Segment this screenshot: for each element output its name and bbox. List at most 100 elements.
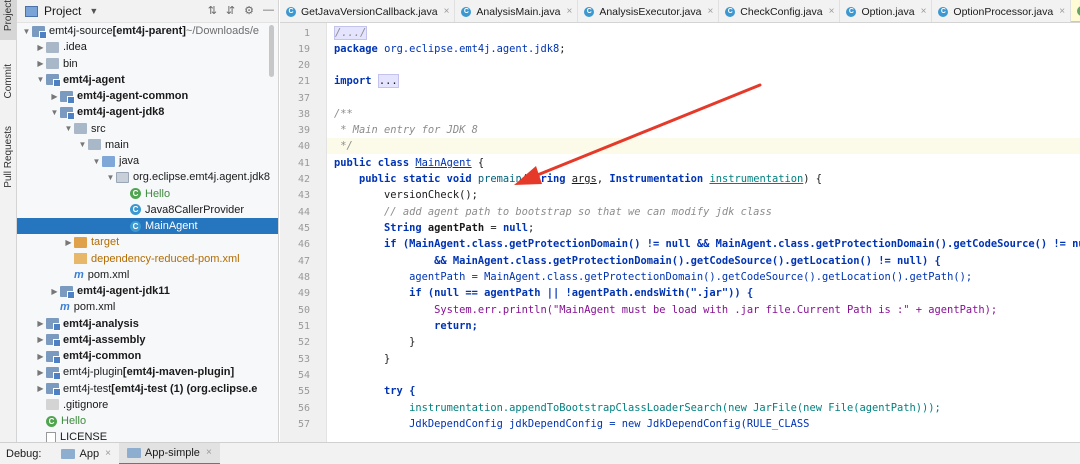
editor-tab[interactable]: C OptionProcessor.java × <box>932 0 1072 22</box>
class-icon: C <box>846 6 857 17</box>
tree-item[interactable]: ▶ emt4j-assembly <box>17 332 278 348</box>
chevron-right-icon[interactable]: ▶ <box>49 92 60 101</box>
tree-item[interactable]: C Hello <box>17 186 278 202</box>
tree-item[interactable]: ▶ emt4j-agent-common <box>17 88 278 104</box>
chevron-right-icon[interactable]: ▶ <box>49 287 60 296</box>
pull-requests-tool-tab[interactable]: Pull Requests <box>0 126 17 192</box>
debug-tab[interactable]: App-simple × <box>118 442 220 464</box>
class-icon: C <box>938 6 949 17</box>
line-number: 40 <box>297 141 310 152</box>
gear-icon[interactable]: ⚙ <box>244 4 254 17</box>
project-scrollbar[interactable] <box>269 25 274 77</box>
tree-item[interactable]: ▶ emt4j-plugin [emt4j-maven-plugin] <box>17 364 278 380</box>
tree-item[interactable]: C Hello <box>17 413 278 429</box>
editor-tab[interactable]: IConsumer.java× <box>1071 0 1080 22</box>
project-panel-title[interactable]: Project <box>44 4 81 18</box>
close-icon[interactable]: × <box>707 6 713 17</box>
class-icon: C <box>286 6 296 17</box>
commit-tool-tab[interactable]: Commit <box>0 64 17 116</box>
tree-item[interactable]: ▶ emt4j-test [emt4j-test (1) (org.eclipse… <box>17 381 278 397</box>
tree-item[interactable]: .gitignore <box>17 397 278 413</box>
tree-item[interactable]: m pom.xml <box>17 267 278 283</box>
tree-item[interactable]: ▼ org.eclipse.emt4j.agent.jdk8 <box>17 169 278 185</box>
statement: if (null == agentPath || !agentPath.ends… <box>409 287 754 299</box>
tree-item-module-name: [emt4j-parent] <box>112 25 186 38</box>
tree-item[interactable]: dependency-reduced-pom.xml <box>17 251 278 267</box>
close-icon[interactable]: × <box>829 6 835 17</box>
file-icon <box>46 431 56 442</box>
tree-item[interactable]: ▶ emt4j-agent-jdk11 <box>17 283 278 299</box>
parameter-name: args <box>571 173 597 185</box>
tree-item[interactable]: ▶ emt4j-analysis <box>17 316 278 332</box>
editor-tab[interactable]: C GetJavaVersionCallback.java × <box>280 0 456 22</box>
code-area[interactable]: /.../ package org.eclipse.emt4j.agent.jd… <box>327 23 1080 442</box>
chevron-right-icon[interactable]: ▶ <box>35 319 46 328</box>
editor-tab[interactable]: C AnalysisExecutor.java × <box>578 0 720 22</box>
chevron-down-icon[interactable]: ▼ <box>63 124 74 133</box>
chevron-right-icon[interactable]: ▶ <box>35 335 46 344</box>
tree-item[interactable]: ▼ java <box>17 153 278 169</box>
folded-imports[interactable]: ... <box>377 74 399 88</box>
class-icon: C <box>130 204 141 216</box>
tree-item-label: MainAgent <box>145 220 198 233</box>
chevron-right-icon[interactable]: ▶ <box>63 238 74 247</box>
keyword: package <box>334 43 378 55</box>
tree-item[interactable]: ▼ emt4j-agent <box>17 72 278 88</box>
class-icon: C <box>130 220 141 232</box>
tree-item[interactable]: ▶ emt4j-common <box>17 348 278 364</box>
statement: JdkDependConfig jdkDependConfig = new Jd… <box>409 418 810 430</box>
folded-header-comment[interactable]: /.../ <box>334 26 368 40</box>
chevron-right-icon[interactable]: ▶ <box>35 384 46 393</box>
keyword: import <box>334 75 372 87</box>
chevron-right-icon[interactable]: ▶ <box>35 59 46 68</box>
debug-tab[interactable]: App × <box>53 443 118 464</box>
chevron-down-icon[interactable]: ▼ <box>21 27 32 36</box>
collapse-all-icon[interactable]: ⇵ <box>226 4 235 17</box>
chevron-down-icon[interactable]: ▼ <box>89 6 98 16</box>
minimize-icon[interactable]: — <box>263 4 274 17</box>
close-icon[interactable]: × <box>566 6 572 17</box>
gitignore-icon <box>46 399 59 411</box>
punct: { <box>471 157 485 169</box>
tree-item[interactable]: C MainAgent <box>17 218 278 235</box>
chevron-right-icon[interactable]: ▶ <box>35 43 46 52</box>
chevron-right-icon[interactable]: ▶ <box>35 352 46 361</box>
chevron-down-icon[interactable]: ▼ <box>91 157 102 166</box>
code-line-56: instrumentation.appendToBootstrapClassLo… <box>327 400 1080 416</box>
close-icon[interactable]: × <box>105 448 111 459</box>
project-tool-tab[interactable]: Project <box>0 0 17 40</box>
tree-item[interactable]: C Java8CallerProvider <box>17 202 278 218</box>
maven-icon: m <box>74 268 84 281</box>
debug-label: Debug: <box>6 447 42 460</box>
chevron-down-icon[interactable]: ▼ <box>105 173 116 182</box>
tree-item[interactable]: LICENSE <box>17 429 278 442</box>
chevron-down-icon[interactable]: ▼ <box>77 140 88 149</box>
close-icon[interactable]: × <box>1059 6 1065 17</box>
tree-item[interactable]: ▼ emt4j-agent-jdk8 <box>17 104 278 120</box>
tree-item[interactable]: m pom.xml <box>17 299 278 315</box>
chevron-right-icon[interactable]: ▶ <box>35 368 46 377</box>
project-panel: Project ▼ ⇅ ⇵ ⚙ — ▼ emt4j-source [emt4j-p… <box>17 0 279 442</box>
tree-item[interactable]: ▼ emt4j-source [emt4j-parent] ~/Downloads… <box>17 23 278 39</box>
tree-item[interactable]: ▶ .idea <box>17 39 278 55</box>
editor-tab[interactable]: C CheckConfig.java × <box>719 0 841 22</box>
close-icon[interactable]: × <box>921 6 927 17</box>
expand-all-icon[interactable]: ⇅ <box>208 4 217 17</box>
close-icon[interactable]: × <box>206 447 212 458</box>
tree-item-label: bin <box>63 57 78 70</box>
chevron-down-icon[interactable]: ▼ <box>35 75 46 84</box>
keyword: try { <box>384 385 416 397</box>
editor-tab[interactable]: C Option.java × <box>840 0 933 22</box>
statement: agentPath = MainAgent.class.getProtectio… <box>409 271 973 283</box>
tree-item[interactable]: ▶ bin <box>17 56 278 72</box>
tree-item[interactable]: ▶ target <box>17 234 278 250</box>
tree-item[interactable]: ▼ src <box>17 121 278 137</box>
tree-item[interactable]: ▼ main <box>17 137 278 153</box>
tree-item-label: Hello <box>61 415 87 428</box>
editor-tab[interactable]: C AnalysisMain.java × <box>455 0 579 22</box>
close-icon[interactable]: × <box>444 6 450 17</box>
chevron-down-icon[interactable]: ▼ <box>49 108 60 117</box>
punct: , <box>596 173 610 185</box>
folder-icon <box>46 41 59 53</box>
code-line-39: * Main entry for JDK 8 <box>327 122 1080 138</box>
